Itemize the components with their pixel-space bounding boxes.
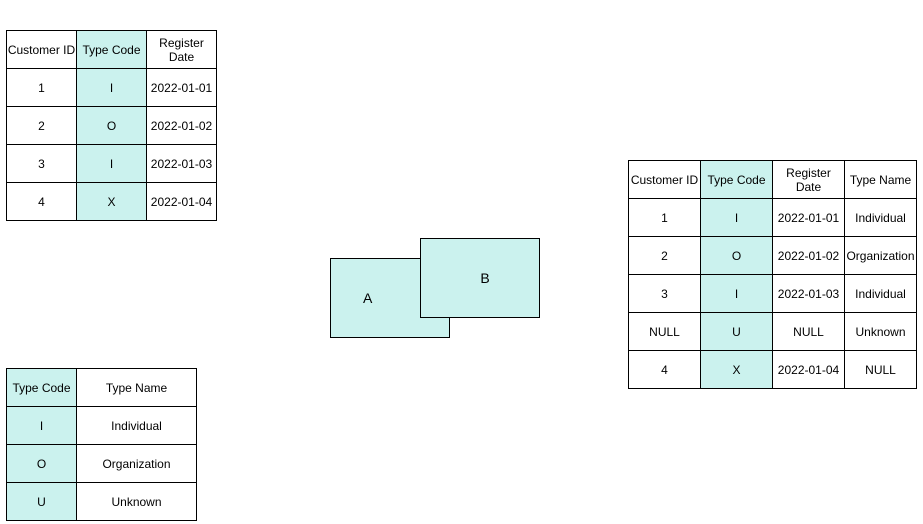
- cell-code: O: [77, 107, 147, 145]
- cell-date: 2022-01-03: [147, 145, 217, 183]
- cell-name: Organization: [845, 237, 917, 275]
- table-row: O Organization: [7, 445, 197, 483]
- col-customer-id: Customer ID: [7, 31, 77, 69]
- table-row: U Unknown: [7, 483, 197, 521]
- types-table: Type Code Type Name I Individual O Organ…: [6, 368, 197, 521]
- result-table: Customer ID Type Code Register Date Type…: [628, 160, 917, 389]
- col-type-code: Type Code: [701, 161, 773, 199]
- col-type-name: Type Name: [77, 369, 197, 407]
- cell-code: O: [7, 445, 77, 483]
- table-row: 4 X 2022-01-04: [7, 183, 217, 221]
- col-register-date: Register Date: [773, 161, 845, 199]
- cell-code: I: [77, 145, 147, 183]
- cell-date: 2022-01-04: [147, 183, 217, 221]
- cell-date: 2022-01-03: [773, 275, 845, 313]
- col-type-code: Type Code: [77, 31, 147, 69]
- cell-name: Unknown: [77, 483, 197, 521]
- cell-cid: 4: [7, 183, 77, 221]
- cell-code: U: [7, 483, 77, 521]
- cell-code: U: [701, 313, 773, 351]
- cell-name: Individual: [77, 407, 197, 445]
- cell-code: I: [701, 199, 773, 237]
- customers-table: Customer ID Type Code Register Date 1 I …: [6, 30, 217, 221]
- cell-code: I: [77, 69, 147, 107]
- table-header-row: Customer ID Type Code Register Date: [7, 31, 217, 69]
- cell-cid: 1: [7, 69, 77, 107]
- cell-date: 2022-01-01: [147, 69, 217, 107]
- venn-label-a: A: [363, 290, 372, 306]
- cell-cid: 2: [7, 107, 77, 145]
- cell-name: Unknown: [845, 313, 917, 351]
- table-row: 2 O 2022-01-02 Organization: [629, 237, 917, 275]
- cell-date: 2022-01-02: [773, 237, 845, 275]
- table-row: NULL U NULL Unknown: [629, 313, 917, 351]
- cell-cid: 4: [629, 351, 701, 389]
- cell-name: Organization: [77, 445, 197, 483]
- table-row: 3 I 2022-01-03: [7, 145, 217, 183]
- cell-code: O: [701, 237, 773, 275]
- venn-set-b: B: [420, 238, 540, 318]
- cell-code: X: [77, 183, 147, 221]
- cell-code: I: [7, 407, 77, 445]
- cell-cid: 2: [629, 237, 701, 275]
- cell-code: X: [701, 351, 773, 389]
- col-type-code: Type Code: [7, 369, 77, 407]
- join-diagram: B A: [330, 238, 550, 338]
- cell-cid: 3: [629, 275, 701, 313]
- cell-code: I: [701, 275, 773, 313]
- venn-label-b: B: [480, 270, 489, 286]
- col-customer-id: Customer ID: [629, 161, 701, 199]
- cell-date: NULL: [773, 313, 845, 351]
- col-register-date: Register Date: [147, 31, 217, 69]
- table-row: I Individual: [7, 407, 197, 445]
- table-row: 2 O 2022-01-02: [7, 107, 217, 145]
- table-row: 4 X 2022-01-04 NULL: [629, 351, 917, 389]
- cell-cid: 3: [7, 145, 77, 183]
- table-row: 1 I 2022-01-01 Individual: [629, 199, 917, 237]
- cell-date: 2022-01-04: [773, 351, 845, 389]
- cell-date: 2022-01-02: [147, 107, 217, 145]
- table-header-row: Customer ID Type Code Register Date Type…: [629, 161, 917, 199]
- cell-name: NULL: [845, 351, 917, 389]
- table-row: 3 I 2022-01-03 Individual: [629, 275, 917, 313]
- col-type-name: Type Name: [845, 161, 917, 199]
- table-row: 1 I 2022-01-01: [7, 69, 217, 107]
- cell-name: Individual: [845, 275, 917, 313]
- cell-date: 2022-01-01: [773, 199, 845, 237]
- cell-cid: 1: [629, 199, 701, 237]
- table-header-row: Type Code Type Name: [7, 369, 197, 407]
- cell-name: Individual: [845, 199, 917, 237]
- cell-cid: NULL: [629, 313, 701, 351]
